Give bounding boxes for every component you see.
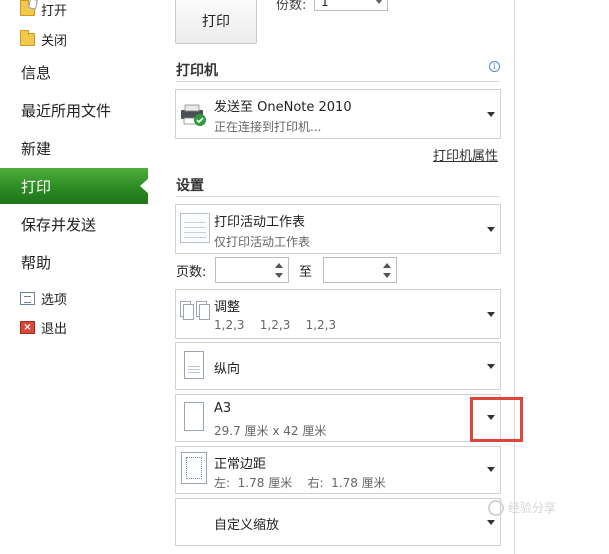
chevron-down-icon [487,312,495,317]
paper-size-dropdown[interactable]: A3 29.7 厘米 x 42 厘米 [175,394,501,442]
spin-down-icon[interactable] [383,273,391,278]
paper-size-subtitle: 29.7 厘米 x 42 厘米 [214,424,327,438]
spin-up-icon[interactable] [275,263,283,268]
worksheet-icon [180,213,210,243]
chevron-down-icon [487,227,495,232]
pages-from-input[interactable] [215,257,289,283]
collate-dropdown[interactable]: 调整 1,2,3 1,2,3 1,2,3 [175,289,501,339]
exit-icon: × [20,321,35,334]
chevron-down-icon [487,520,495,525]
collate-icon [180,299,212,325]
scaling-title: 自定义缩放 [214,518,280,533]
highlight-box [470,397,523,442]
close-folder-icon [20,30,35,46]
watermark-text: 经验分享 [508,501,557,515]
panel-divider [514,0,515,554]
options-icon [20,292,35,305]
open-folder-icon [20,0,35,16]
margins-dropdown[interactable]: 正常边距 左: 1.78 厘米 右: 1.78 厘米 [175,446,501,494]
chevron-down-icon [487,364,495,369]
info-icon[interactable]: i [489,61,500,72]
copies-value: 1 [321,0,329,9]
paper-size-title: A3 [214,401,232,416]
sidebar-item-label: 打开 [41,4,68,19]
collate-title: 调整 [214,300,241,315]
sidebar-item-print[interactable]: 打印 [0,168,149,204]
chevron-down-icon [487,112,495,117]
copies-stepper[interactable]: 1 [314,0,388,11]
sidebar-item-close[interactable]: 关闭 [20,30,67,49]
watermark: 经验分享 [488,499,556,516]
chevron-down-icon [487,467,495,472]
backstage-sidebar: 打开 关闭 信息 最近所用文件 新建 打印 保存并发送 帮助 选项 × 退出 [0,0,149,554]
printer-icon [181,104,206,126]
sidebar-item-label: 退出 [41,322,68,337]
divider [176,196,500,197]
printer-section-title: 打印机 [176,63,218,79]
margins-title: 正常边距 [214,457,267,472]
sidebar-item-label: 选项 [41,293,68,308]
copies-label: 份数: [276,0,307,13]
pages-label: 页数: [176,265,207,280]
print-button[interactable]: 打印 [175,0,257,44]
settings-section-title: 设置 [176,178,204,194]
sidebar-item-label: 打印 [21,178,52,196]
printer-properties-link[interactable]: 打印机属性 [433,145,498,164]
spin-up-icon[interactable] [383,263,391,268]
sidebar-item-exit[interactable]: × 退出 [20,318,67,337]
margins-subtitle: 左: 1.78 厘米 右: 1.78 厘米 [214,476,386,490]
orientation-dropdown[interactable]: 纵向 [175,342,501,390]
sidebar-item-info[interactable]: 信息 [21,62,51,83]
paper-size-icon [184,402,204,431]
sidebar-item-help[interactable]: 帮助 [21,252,51,273]
spin-down-icon[interactable] [275,273,283,278]
sidebar-item-open[interactable]: 打开 [20,0,67,19]
collate-subtitle: 1,2,3 1,2,3 1,2,3 [214,318,337,332]
pages-to-input[interactable] [323,257,397,283]
watermark-logo-icon [488,499,504,516]
print-what-subtitle: 仅打印活动工作表 [214,235,311,249]
printer-status: 正在连接到打印机... [214,120,322,134]
portrait-page-icon [184,351,204,379]
scaling-dropdown[interactable]: 自定义缩放 [175,498,501,546]
sidebar-item-options[interactable]: 选项 [20,289,67,308]
sidebar-item-label: 关闭 [41,34,68,49]
sidebar-item-recent[interactable]: 最近所用文件 [21,100,111,121]
pages-to-label: 至 [299,265,313,280]
divider [176,81,500,82]
spin-down-icon[interactable] [375,0,383,4]
printer-dropdown[interactable]: 发送至 OneNote 2010 正在连接到打印机... [175,89,501,139]
orientation-title: 纵向 [214,362,241,377]
print-what-title: 打印活动工作表 [214,215,306,230]
sidebar-item-save-send[interactable]: 保存并发送 [21,214,96,235]
sidebar-item-new[interactable]: 新建 [21,138,51,159]
print-what-dropdown[interactable]: 打印活动工作表 仅打印活动工作表 [175,204,501,254]
margins-icon [181,452,207,484]
printer-name: 发送至 OneNote 2010 [214,100,352,115]
